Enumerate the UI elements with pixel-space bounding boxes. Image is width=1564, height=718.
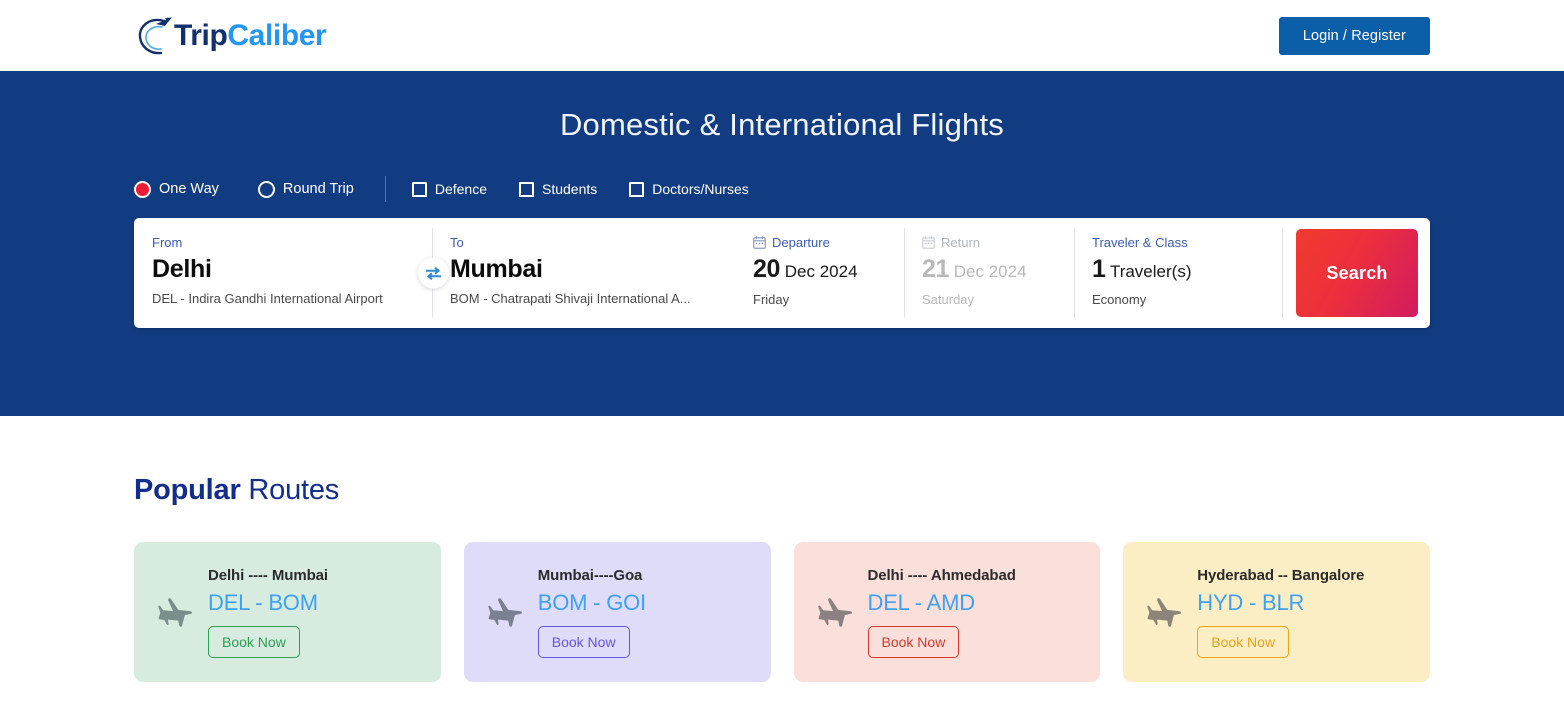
departure-date-value: 20 Dec 2024	[753, 256, 886, 284]
radio-icon-round-trip[interactable]	[258, 181, 275, 198]
radio-icon-one-way[interactable]	[134, 181, 151, 198]
fare-category-students-label: Students	[542, 181, 597, 197]
airplane-icon	[1145, 593, 1183, 631]
route-codes: HYD - BLR	[1197, 590, 1364, 616]
popular-routes-title-bold: Popular	[134, 474, 241, 506]
logo[interactable]: TripCaliber	[134, 13, 326, 59]
book-now-button[interactable]: Book Now	[868, 626, 960, 658]
departure-month-year: Dec 2024	[785, 262, 858, 281]
trip-type-one-way-label: One Way	[159, 181, 219, 197]
return-label: Return	[941, 236, 980, 249]
departure-label-row: Departure	[753, 236, 886, 249]
route-card-body: Delhi ---- Ahmedabad DEL - AMD Book Now	[868, 567, 1016, 658]
popular-routes-grid: Delhi ---- Mumbai DEL - BOM Book Now Mum…	[134, 542, 1430, 682]
route-card[interactable]: Delhi ---- Ahmedabad DEL - AMD Book Now	[794, 542, 1101, 682]
route-cities: Hyderabad -- Bangalore	[1197, 567, 1364, 584]
traveler-class-field[interactable]: Traveler & Class 1 Traveler(s) Economy	[1074, 218, 1282, 328]
logo-text-caliber: Caliber	[227, 19, 326, 52]
airplane-swoosh-icon	[134, 13, 178, 59]
from-city-value: Delhi	[152, 256, 414, 283]
search-button-cell: Search	[1282, 218, 1430, 328]
checkbox-icon-doctors-nurses[interactable]	[629, 182, 644, 197]
checkbox-icon-students[interactable]	[519, 182, 534, 197]
fare-category-defence-label: Defence	[435, 181, 487, 197]
trip-type-round-trip-label: Round Trip	[283, 181, 354, 197]
return-month-year: Dec 2024	[954, 262, 1027, 281]
return-date-value: 21 Dec 2024	[922, 256, 1056, 284]
calendar-icon	[753, 236, 766, 249]
traveler-class-label: Traveler & Class	[1092, 236, 1264, 249]
trip-type-one-way[interactable]: One Way	[134, 181, 219, 198]
route-codes: BOM - GOI	[538, 590, 646, 616]
fare-category-doctors-nurses-label: Doctors/Nurses	[652, 181, 748, 197]
popular-routes-section: Popular Routes Delhi ---- Mumbai DEL - B…	[0, 416, 1564, 682]
calendar-icon	[922, 236, 935, 249]
login-register-button[interactable]: Login / Register	[1279, 17, 1430, 55]
return-date-field[interactable]: Return 21 Dec 2024 Saturday	[904, 218, 1074, 328]
site-header: TripCaliber Login / Register	[0, 0, 1564, 71]
departure-date-field[interactable]: Departure 20 Dec 2024 Friday	[735, 218, 904, 328]
departure-weekday: Friday	[753, 292, 886, 307]
from-label: From	[152, 236, 414, 249]
return-day: 21	[922, 255, 949, 283]
book-now-button[interactable]: Book Now	[208, 626, 300, 658]
from-field[interactable]: From Delhi DEL - Indira Gandhi Internati…	[134, 218, 432, 328]
to-city-value: Mumbai	[450, 256, 717, 283]
traveler-count-unit: Traveler(s)	[1110, 262, 1192, 281]
page-title: Domestic & International Flights	[134, 71, 1430, 143]
popular-routes-title-light: Routes	[241, 474, 340, 506]
route-card-body: Hyderabad -- Bangalore HYD - BLR Book No…	[1197, 567, 1364, 658]
return-weekday: Saturday	[922, 292, 1056, 307]
logo-text: TripCaliber	[174, 21, 326, 51]
popular-routes-title: Popular Routes	[134, 416, 1430, 507]
hero-section: Domestic & International Flights One Way…	[0, 71, 1564, 416]
fare-category-students[interactable]: Students	[519, 181, 597, 197]
flight-search-panel: From Delhi DEL - Indira Gandhi Internati…	[134, 218, 1430, 328]
checkbox-icon-defence[interactable]	[412, 182, 427, 197]
trip-type-round-trip[interactable]: Round Trip	[258, 181, 354, 198]
fare-category-defence[interactable]: Defence	[412, 181, 487, 197]
fare-category-doctors-nurses[interactable]: Doctors/Nurses	[629, 181, 748, 197]
return-label-row: Return	[922, 236, 1056, 249]
route-card-body: Mumbai----Goa BOM - GOI Book Now	[538, 567, 646, 658]
airplane-icon	[486, 593, 524, 631]
to-field[interactable]: To Mumbai BOM - Chatrapati Shivaji Inter…	[432, 218, 735, 328]
airplane-icon	[156, 593, 194, 631]
route-card[interactable]: Hyderabad -- Bangalore HYD - BLR Book No…	[1123, 542, 1430, 682]
airplane-icon	[816, 593, 854, 631]
from-airport-value: DEL - Indira Gandhi International Airpor…	[152, 291, 414, 306]
traveler-count-value: 1 Traveler(s)	[1092, 256, 1264, 284]
route-cities: Delhi ---- Mumbai	[208, 567, 328, 584]
trip-options: One Way Round Trip Defence Students Doct…	[134, 176, 1430, 202]
departure-label: Departure	[772, 236, 830, 249]
book-now-button[interactable]: Book Now	[1197, 626, 1289, 658]
traveler-count: 1	[1092, 255, 1106, 283]
route-card[interactable]: Delhi ---- Mumbai DEL - BOM Book Now	[134, 542, 441, 682]
route-cities: Mumbai----Goa	[538, 567, 646, 584]
swap-airports-button[interactable]	[418, 258, 449, 289]
to-airport-value: BOM - Chatrapati Shivaji International A…	[450, 291, 717, 306]
search-button[interactable]: Search	[1296, 229, 1418, 317]
route-card-body: Delhi ---- Mumbai DEL - BOM Book Now	[208, 567, 328, 658]
swap-arrows-icon	[425, 266, 442, 280]
route-card[interactable]: Mumbai----Goa BOM - GOI Book Now	[464, 542, 771, 682]
logo-text-trip: Trip	[174, 19, 227, 52]
options-divider	[385, 176, 386, 202]
to-label: To	[450, 236, 717, 249]
route-codes: DEL - BOM	[208, 590, 328, 616]
book-now-button[interactable]: Book Now	[538, 626, 630, 658]
route-codes: DEL - AMD	[868, 590, 1016, 616]
travel-class-value: Economy	[1092, 292, 1264, 307]
departure-day: 20	[753, 255, 780, 283]
route-cities: Delhi ---- Ahmedabad	[868, 567, 1016, 584]
